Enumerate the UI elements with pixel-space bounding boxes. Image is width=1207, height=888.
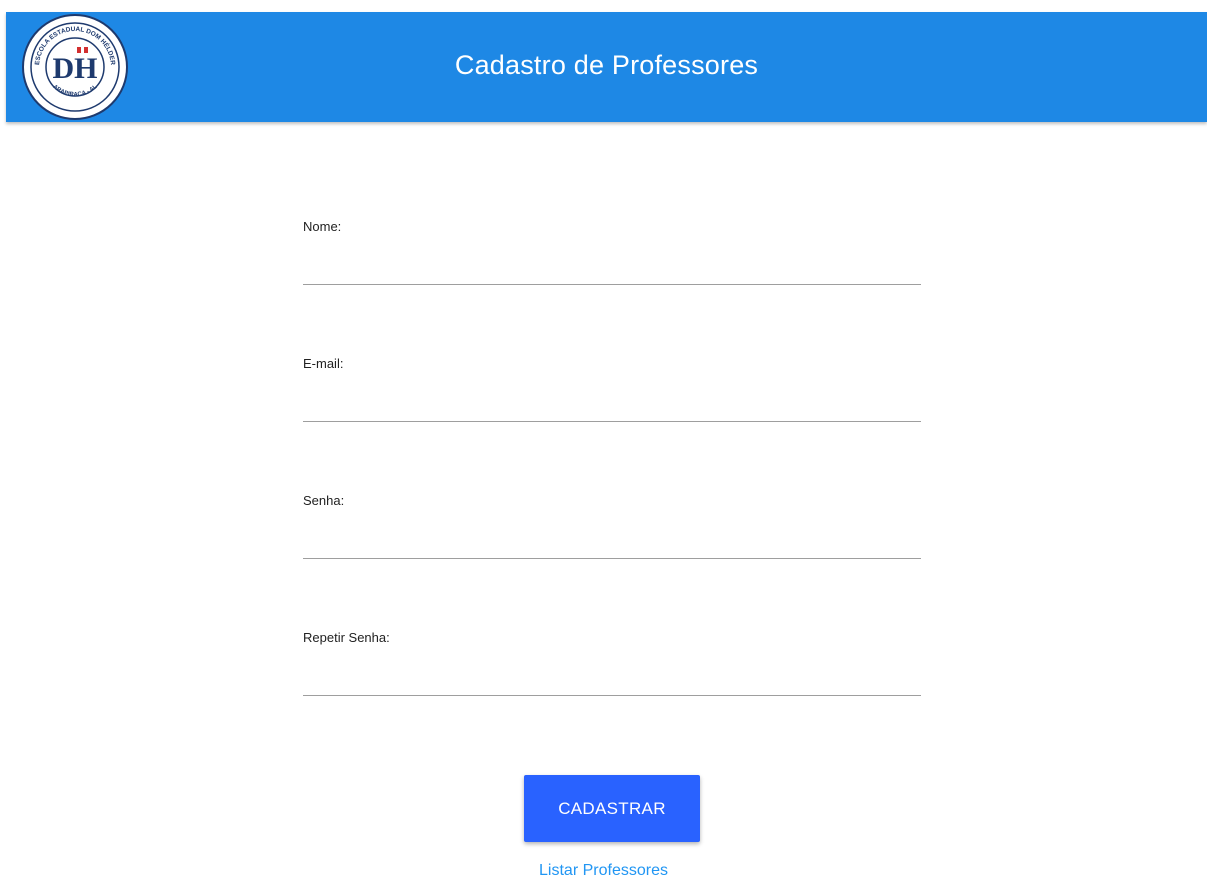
list-professors-link[interactable]: Listar Professores [0, 862, 1207, 880]
password-label: Senha: [303, 493, 345, 508]
page-title: Cadastro de Professores [454, 50, 759, 80]
email-label: E-mail: [303, 356, 344, 371]
repeat-password-label: Repetir Senha: [303, 630, 390, 645]
cadastrar-button[interactable]: CADASTRAR [524, 775, 700, 842]
app-header: ESCOLA ESTADUAL DOM HÉLDER ARAPIRACA - A… [6, 12, 1207, 122]
password-input[interactable] [303, 523, 921, 559]
name-input[interactable] [303, 249, 921, 285]
email-input[interactable] [303, 386, 921, 422]
repeat-password-input[interactable] [303, 660, 921, 696]
page: ESCOLA ESTADUAL DOM HÉLDER ARAPIRACA - A… [0, 0, 1207, 888]
name-label: Nome: [303, 219, 342, 234]
